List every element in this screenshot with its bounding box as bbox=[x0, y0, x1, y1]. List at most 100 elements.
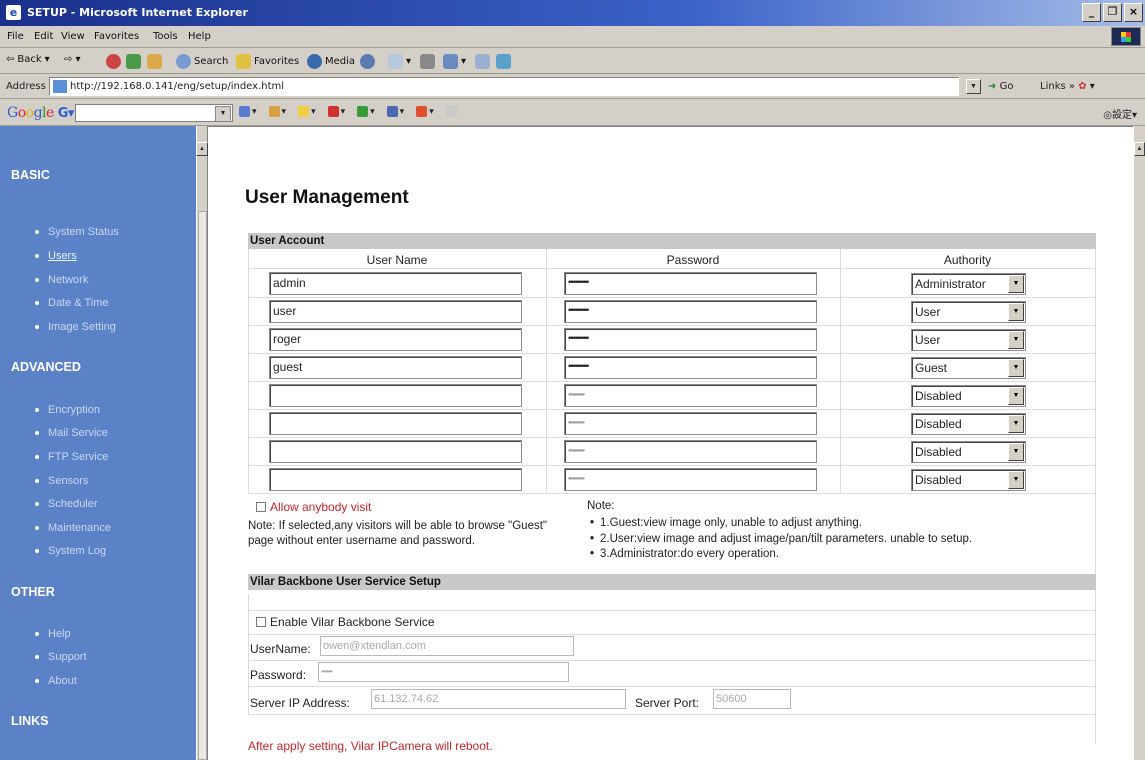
chevron-down-icon[interactable]: ▼ bbox=[1008, 443, 1024, 461]
authority-select[interactable]: Guest ▼ bbox=[911, 357, 1026, 379]
allow-anybody-checkbox[interactable]: Allow anybody visit bbox=[256, 500, 371, 514]
authority-select[interactable]: User ▼ bbox=[911, 301, 1026, 323]
menu-favorites[interactable]: Favorites bbox=[94, 31, 139, 42]
username-field[interactable] bbox=[269, 412, 522, 435]
sidebar-item-help[interactable]: Help bbox=[35, 628, 71, 640]
sidebar-item-about[interactable]: About bbox=[35, 675, 77, 687]
password-field[interactable]: •••••••••••• bbox=[564, 468, 817, 491]
checkbox-icon[interactable] bbox=[256, 617, 266, 627]
refresh-button[interactable] bbox=[126, 54, 141, 69]
scroll-up-arrow-icon[interactable]: ▲ bbox=[196, 142, 208, 156]
menu-help[interactable]: Help bbox=[188, 31, 211, 42]
favorites-button[interactable]: Favorites bbox=[236, 54, 299, 69]
sidebar-item-date-time[interactable]: Date & Time bbox=[35, 297, 109, 309]
authority-select[interactable]: User ▼ bbox=[911, 329, 1026, 351]
google-bookmark-button[interactable]: ▾ bbox=[298, 106, 316, 117]
password-field[interactable]: •••••••••••• bbox=[564, 412, 817, 435]
vilar-password-input[interactable]: •••••• bbox=[318, 662, 569, 682]
sidebar-item-sensors[interactable]: Sensors bbox=[35, 475, 88, 487]
password-field[interactable]: •••••••••••• bbox=[564, 384, 817, 407]
username-field[interactable] bbox=[269, 468, 522, 491]
menu-file[interactable]: File bbox=[7, 31, 24, 42]
google-translate-button[interactable]: ▾ bbox=[386, 106, 404, 117]
standard-toolbar: ⇦ Back ▾ ⇨ ▾ Search Favorites Media ▾ ▾ bbox=[0, 48, 1145, 74]
sidebar-item-system-log[interactable]: System Log bbox=[35, 545, 106, 557]
sidebar-item-maintenance[interactable]: Maintenance bbox=[35, 522, 111, 534]
scroll-thumb[interactable] bbox=[198, 211, 207, 760]
favorites-icon bbox=[236, 54, 251, 69]
username-field[interactable] bbox=[269, 384, 522, 407]
authority-select[interactable]: Disabled ▼ bbox=[911, 441, 1026, 463]
close-button[interactable]: × bbox=[1124, 3, 1143, 22]
menu-tools[interactable]: Tools bbox=[153, 31, 178, 42]
print-button[interactable] bbox=[420, 54, 435, 69]
google-spellcheck-button[interactable]: ▾ bbox=[357, 106, 375, 117]
stop-button[interactable] bbox=[106, 54, 121, 69]
google-search-input[interactable] bbox=[75, 104, 233, 122]
username-field[interactable]: user bbox=[269, 300, 522, 323]
chevron-down-icon[interactable]: ▼ bbox=[1008, 303, 1024, 321]
sidebar-item-ftp-service[interactable]: FTP Service bbox=[35, 451, 108, 463]
password-field[interactable]: •••••••••••• bbox=[564, 300, 817, 323]
menu-edit[interactable]: Edit bbox=[34, 31, 53, 42]
sidebar-item-scheduler[interactable]: Scheduler bbox=[35, 498, 98, 510]
mail-button[interactable]: ▾ bbox=[388, 54, 411, 69]
google-sendto-button[interactable]: ▾ bbox=[416, 106, 434, 117]
chevron-down-icon[interactable]: ▼ bbox=[1008, 275, 1024, 293]
chevron-down-icon[interactable]: ▼ bbox=[1008, 415, 1024, 433]
content-scrollbar[interactable]: ▲ bbox=[1133, 126, 1145, 760]
address-input[interactable]: http://192.168.0.141/eng/setup/index.htm… bbox=[49, 77, 959, 96]
menu-view[interactable]: View bbox=[61, 31, 85, 42]
minimize-button[interactable]: _ bbox=[1082, 3, 1101, 22]
password-field[interactable]: •••••••••••• bbox=[564, 328, 817, 351]
google-pencil-icon[interactable] bbox=[445, 106, 459, 117]
links-button[interactable]: Links » ✿ ▾ bbox=[1040, 81, 1095, 92]
forward-button[interactable]: ⇨ ▾ bbox=[64, 54, 81, 65]
enable-vilar-checkbox[interactable]: Enable Vilar Backbone Service bbox=[256, 615, 435, 629]
sidebar-item-mail-service[interactable]: Mail Service bbox=[35, 427, 108, 439]
sidebar-item-system-status[interactable]: System Status bbox=[35, 226, 119, 238]
back-button[interactable]: ⇦ Back ▾ bbox=[6, 54, 50, 65]
username-field[interactable]: guest bbox=[269, 356, 522, 379]
chevron-down-icon[interactable]: ▼ bbox=[1008, 359, 1024, 377]
authority-select[interactable]: Disabled ▼ bbox=[911, 413, 1026, 435]
checkbox-icon[interactable] bbox=[256, 502, 266, 512]
sidebar-item-image-setting[interactable]: Image Setting bbox=[35, 321, 116, 333]
history-button[interactable] bbox=[360, 54, 375, 69]
authority-select[interactable]: Disabled ▼ bbox=[911, 469, 1026, 491]
authority-select[interactable]: Disabled ▼ bbox=[911, 385, 1026, 407]
google-search-button[interactable]: ▾ bbox=[239, 106, 257, 117]
password-field[interactable]: •••••••••••• bbox=[564, 272, 817, 295]
google-news-button[interactable]: ▾ bbox=[268, 106, 286, 117]
sidebar-item-users[interactable]: Users bbox=[35, 250, 77, 262]
google-logo[interactable]: Google G▾ bbox=[7, 105, 74, 121]
authority-select[interactable]: Administrator ▼ bbox=[911, 273, 1026, 295]
chevron-down-icon[interactable]: ▼ bbox=[1008, 471, 1024, 489]
edit-button[interactable]: ▾ bbox=[443, 54, 466, 69]
username-field[interactable]: admin bbox=[269, 272, 522, 295]
server-port-input[interactable]: 50600 bbox=[713, 689, 791, 709]
home-button[interactable] bbox=[147, 54, 162, 69]
address-dropdown-icon[interactable]: ▼ bbox=[966, 79, 981, 94]
discuss-button[interactable] bbox=[475, 54, 490, 69]
go-button[interactable]: ➜ Go bbox=[988, 81, 1013, 92]
username-field[interactable] bbox=[269, 440, 522, 463]
chevron-down-icon[interactable]: ▼ bbox=[1008, 387, 1024, 405]
sidebar-item-network[interactable]: Network bbox=[35, 274, 88, 286]
sidebar-item-support[interactable]: Support bbox=[35, 651, 87, 663]
server-ip-input[interactable]: 61.132.74.62 bbox=[371, 689, 626, 709]
vilar-username-input[interactable]: owen@xtendlan.com bbox=[320, 636, 574, 656]
chevron-down-icon[interactable]: ▼ bbox=[1008, 331, 1024, 349]
search-button[interactable]: Search bbox=[176, 54, 228, 69]
scroll-up-arrow-icon[interactable]: ▲ bbox=[1134, 142, 1145, 156]
google-settings-button[interactable]: ◎設定▾ bbox=[1103, 106, 1137, 121]
restore-button[interactable]: ❐ bbox=[1103, 3, 1122, 22]
password-field[interactable]: •••••••••••• bbox=[564, 356, 817, 379]
messenger-button[interactable] bbox=[496, 54, 511, 69]
google-popup-blocker[interactable]: ▾ bbox=[327, 106, 345, 117]
password-field[interactable]: •••••••••••• bbox=[564, 440, 817, 463]
sidebar-scrollbar[interactable]: ▲ bbox=[196, 126, 208, 760]
sidebar-item-encryption[interactable]: Encryption bbox=[35, 404, 100, 416]
media-button[interactable]: Media bbox=[307, 54, 355, 69]
username-field[interactable]: roger bbox=[269, 328, 522, 351]
